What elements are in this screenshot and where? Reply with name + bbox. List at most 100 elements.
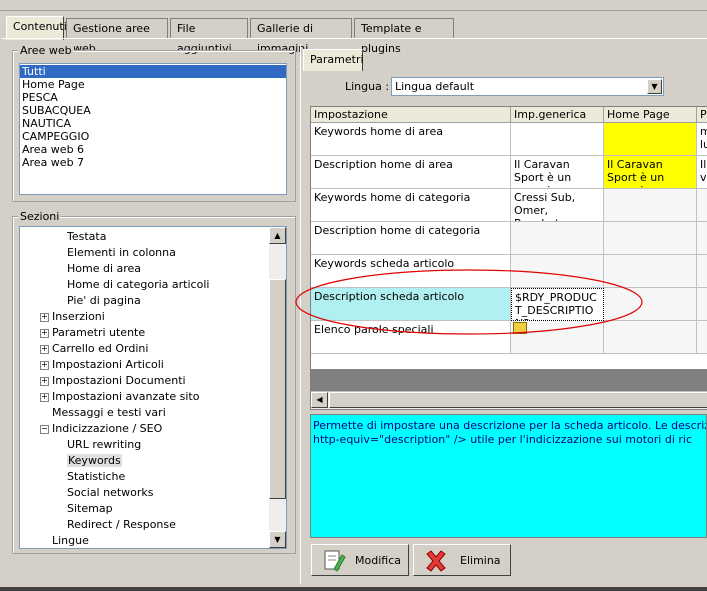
grid-cell[interactable] (697, 222, 707, 255)
tree-item[interactable]: Keywords (67, 453, 122, 469)
grid-cell[interactable] (604, 321, 697, 354)
grid-cell[interactable]: Elenco parole speciali (311, 321, 511, 354)
grid-cell[interactable]: Cressi Sub, Omer, Beuchat, Techn... (511, 189, 604, 222)
tab-gestione-aree-web[interactable]: Gestione aree web (66, 18, 168, 55)
grid-column-header[interactable]: Pl (697, 107, 707, 123)
tree-item-label: Redirect / Response (67, 518, 176, 531)
lingua-select[interactable]: Lingua default ▼ (391, 77, 664, 96)
special-words-icon[interactable] (513, 322, 527, 334)
grid-cell[interactable]: Il Caravan Sport è un negozio sp... (511, 156, 604, 189)
grid-cell[interactable]: m lu (697, 123, 707, 156)
grid-cell[interactable] (604, 288, 697, 321)
grid-cell[interactable] (511, 255, 604, 288)
tree-item-label: Indicizzazione / SEO (52, 422, 163, 435)
tree-item[interactable]: Statistiche (67, 469, 125, 485)
grid-cell[interactable] (697, 255, 707, 288)
grid-cell[interactable] (697, 189, 707, 222)
tree-item-label: Social networks (67, 486, 154, 499)
tree-item[interactable]: Impostazioni Documenti (52, 373, 186, 389)
aree-web-item[interactable]: Tutti (20, 65, 286, 78)
expand-icon[interactable]: + (40, 313, 49, 322)
settings-grid[interactable]: ImpostazioneImp.genericaHome PagePl Keywo… (310, 106, 707, 410)
scroll-up-button[interactable]: ▲ (269, 227, 286, 244)
grid-cell[interactable]: Description home di categoria (311, 222, 511, 255)
tree-item-label: Keywords (67, 454, 122, 467)
grid-cell[interactable]: Keywords home di categoria (311, 189, 511, 222)
tree-item-label: Lingue (52, 534, 89, 547)
elimina-label: Elimina (460, 554, 501, 567)
tree-item[interactable]: Testata (67, 229, 106, 245)
tree-item[interactable]: Pie' di pagina (67, 293, 141, 309)
grid-cell[interactable] (604, 255, 697, 288)
grid-cell[interactable]: Keywords home di area (311, 123, 511, 156)
expand-icon[interactable]: + (40, 361, 49, 370)
aree-web-item[interactable]: Home Page (20, 78, 286, 91)
aree-web-item[interactable]: NAUTICA (20, 117, 286, 130)
elimina-button[interactable]: Elimina (413, 544, 511, 576)
grid-cell[interactable] (511, 321, 604, 354)
tree-item[interactable]: Lingue (52, 533, 89, 548)
grid-column-header[interactable]: Imp.generica (511, 107, 604, 123)
aree-web-list[interactable]: Tutti Home Page PESCA SUBACQUEA NAUTICA CAMPE… (19, 63, 287, 195)
scroll-down-button[interactable]: ▼ (269, 531, 286, 548)
aree-web-item[interactable]: SUBACQUEA (20, 104, 286, 117)
grid-cell[interactable]: Keywords scheda articolo (311, 255, 511, 288)
tree-item[interactable]: Indicizzazione / SEO (52, 421, 162, 437)
hscroll-thumb[interactable] (329, 392, 707, 408)
expand-icon[interactable]: + (40, 377, 49, 386)
grid-cell[interactable] (697, 321, 707, 354)
grid-column-header[interactable]: Impostazione (311, 107, 511, 123)
aree-web-item[interactable]: Area web 7 (20, 156, 286, 169)
scroll-left-button[interactable]: ◀ (311, 392, 328, 408)
grid-cell[interactable]: Description scheda articolo (311, 288, 511, 321)
tab-gallerie-immagini[interactable]: Gallerie di immagini (250, 18, 352, 55)
grid-cell[interactable] (604, 189, 697, 222)
tree-item[interactable]: Home di area (67, 261, 141, 277)
grid-hscrollbar[interactable]: ◀ (311, 391, 707, 409)
collapse-icon[interactable]: − (40, 425, 49, 434)
modifica-button[interactable]: Modifica (311, 544, 409, 576)
grid-cell[interactable]: Il ve (697, 156, 707, 189)
grid-cell[interactable]: $RDY_PRODUCT_DESCRIPTION2$ (511, 288, 604, 321)
tree-item-label: Messaggi e testi vari (52, 406, 166, 419)
grid-cell[interactable]: Il Caravan Sport è un negozio sp... (604, 156, 697, 189)
chevron-down-icon[interactable]: ▼ (647, 79, 662, 94)
tree-item[interactable]: Inserzioni (52, 309, 105, 325)
aree-web-title: Aree web (18, 44, 74, 57)
description-text: Permette di impostare una descrizione pe… (313, 419, 706, 446)
tree-item[interactable]: Parametri utente (52, 325, 145, 341)
tab-parametri[interactable]: Parametri (303, 49, 364, 71)
grid-cell[interactable]: Description home di area (311, 156, 511, 189)
tree-item[interactable]: Impostazioni avanzate sito (52, 389, 199, 405)
aree-web-item[interactable]: Area web 6 (20, 143, 286, 156)
tree-item[interactable]: Messaggi e testi vari (52, 405, 166, 421)
grid-column-header[interactable]: Home Page (604, 107, 697, 123)
tree-scrollbar[interactable]: ▲ ▼ (269, 227, 286, 548)
sezioni-tree[interactable]: Testata Elementi in colonna Home di area Ho… (19, 226, 287, 549)
tree-item[interactable]: Sitemap (67, 501, 113, 517)
expand-icon[interactable]: + (40, 345, 49, 354)
grid-cell[interactable] (604, 123, 697, 156)
tree-item[interactable]: URL rewriting (67, 437, 141, 453)
tab-file-aggiuntivi[interactable]: File aggiuntivi (170, 18, 248, 55)
aree-web-item[interactable]: PESCA (20, 91, 286, 104)
tree-item[interactable]: Impostazioni Articoli (52, 357, 164, 373)
grid-cell[interactable] (697, 288, 707, 321)
expand-icon[interactable]: + (40, 393, 49, 402)
tab-template-plugins[interactable]: Template e plugins (354, 18, 454, 55)
tree-item[interactable]: Redirect / Response (67, 517, 176, 533)
scroll-thumb[interactable] (269, 279, 286, 499)
tree-item-label: Inserzioni (52, 310, 105, 323)
aree-web-item[interactable]: CAMPEGGIO (20, 130, 286, 143)
grid-cell[interactable] (511, 222, 604, 255)
top-strip (0, 0, 707, 11)
tree-item[interactable]: Home di categoria articoli (67, 277, 209, 293)
tree-item[interactable]: Carrello ed Ordini (52, 341, 148, 357)
edit-icon (324, 550, 346, 572)
tree-item[interactable]: Elementi in colonna (67, 245, 176, 261)
grid-cell[interactable] (604, 222, 697, 255)
expand-icon[interactable]: + (40, 329, 49, 338)
grid-cell[interactable] (511, 123, 604, 156)
tree-item[interactable]: Social networks (67, 485, 154, 501)
tab-contenuti[interactable]: Contenuti (6, 16, 67, 40)
